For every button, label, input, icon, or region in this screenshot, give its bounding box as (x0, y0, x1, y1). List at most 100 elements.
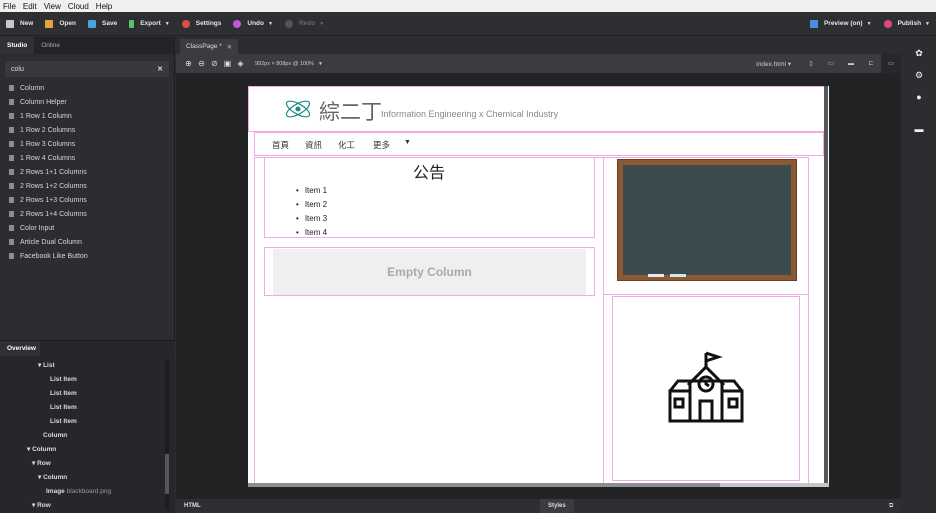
undo-button[interactable]: Undo ▼ (227, 12, 279, 36)
component-item[interactable]: Color Input (0, 221, 174, 235)
school-icon[interactable] (668, 351, 744, 425)
scroll-thumb[interactable] (165, 454, 169, 494)
chevron-down-icon: ▼ (317, 60, 323, 67)
save-icon (88, 19, 96, 28)
menu-cloud[interactable]: Cloud (68, 2, 89, 11)
tab-online[interactable]: Online (34, 37, 67, 54)
list-item[interactable]: Item 1 (296, 184, 327, 198)
gear-icon[interactable]: ⚙ (902, 65, 936, 85)
tab-styles[interactable]: Styles (540, 499, 574, 513)
component-icon (9, 183, 14, 189)
new-button[interactable]: New (0, 12, 39, 36)
component-item[interactable]: 1 Row 4 Columns (0, 151, 174, 165)
component-item[interactable]: Column Helper (0, 95, 174, 109)
page-header[interactable]: 綜二丁 Information Engineering x Chemical I… (248, 86, 825, 132)
tree-node[interactable]: List Item (0, 415, 175, 429)
component-item[interactable]: Article Dual Column (0, 235, 174, 249)
item-list: Item 1 Item 2 Item 3 Item 4 (296, 184, 327, 240)
menu-edit[interactable]: Edit (23, 2, 37, 11)
nav-home[interactable]: 首頁 (272, 139, 289, 151)
canvas-horizontal-scrollbar[interactable] (248, 483, 829, 487)
tree-node[interactable]: List Item (0, 401, 175, 415)
cloud-upload-icon (883, 19, 892, 28)
component-item[interactable]: 2 Rows 1+3 Columns (0, 193, 174, 207)
document-tab[interactable]: ClassPage * ✕ (180, 39, 239, 54)
phone-icon[interactable]: ▯ (801, 54, 821, 73)
image-icon[interactable]: ▣ (223, 59, 232, 68)
menu-view[interactable]: View (44, 2, 61, 11)
tree-node[interactable]: ▾ List (0, 359, 175, 373)
chevron-down-icon: ▼ (866, 20, 872, 27)
zoom-out-icon[interactable]: ⊖ (197, 59, 206, 68)
preview-button[interactable]: Preview (on) ▼ (804, 12, 878, 36)
component-icon (9, 239, 14, 245)
tree-node[interactable]: List Item (0, 373, 175, 387)
blackboard-image[interactable] (617, 159, 797, 281)
layers-icon[interactable]: ◈ (236, 59, 245, 68)
component-item[interactable]: 2 Rows 1+1 Columns (0, 165, 174, 179)
component-item[interactable]: 1 Row 2 Columns (0, 123, 174, 137)
publish-button[interactable]: Publish ▼ (878, 12, 936, 36)
export-icon (129, 19, 135, 28)
component-item[interactable]: 1 Row 3 Columns (0, 137, 174, 151)
component-item[interactable]: 2 Rows 1+2 Columns (0, 179, 174, 193)
overview-scrollbar[interactable] (165, 359, 169, 509)
page-canvas[interactable]: 綜二丁 Information Engineering x Chemical I… (248, 86, 829, 484)
save-button[interactable]: Save (82, 12, 123, 36)
laptop-icon[interactable]: ⊏ (861, 54, 881, 73)
canvas-vertical-scrollbar[interactable] (824, 86, 828, 483)
chevron-down-icon[interactable]: ▼ (404, 139, 411, 146)
desktop-icon[interactable]: ▭ (881, 54, 901, 73)
list-item[interactable]: Item 3 (296, 212, 327, 226)
nav-chem[interactable]: 化工 (338, 139, 355, 151)
chevron-down-icon: ▼ (268, 20, 273, 27)
list-item[interactable]: Item 2 (296, 198, 327, 212)
overview-panel: Overview ▾ List List Item List Item List… (0, 340, 175, 513)
monitor-icon (809, 19, 818, 28)
component-item[interactable]: Column (0, 81, 174, 95)
clear-search-icon[interactable]: ✕ (157, 65, 163, 73)
menu-help[interactable]: Help (96, 2, 112, 11)
overview-title[interactable]: Overview (0, 341, 40, 356)
component-icon (9, 225, 14, 231)
tree-node[interactable]: ▾ Row (0, 457, 175, 471)
file-select[interactable]: index.html ▾ (756, 60, 791, 68)
tab-html[interactable]: HTML (176, 499, 209, 513)
component-item[interactable]: 2 Rows 1+4 Columns (0, 207, 174, 221)
tab-studio[interactable]: Studio (0, 37, 35, 54)
open-button[interactable]: Open (39, 12, 82, 36)
tree-node[interactable]: ▾ Row (0, 499, 175, 513)
close-icon[interactable]: ✕ (227, 43, 232, 51)
tree-node[interactable]: ▾ Column (0, 471, 175, 485)
empty-column[interactable]: Empty Column (273, 249, 586, 295)
expand-icon[interactable]: ⧉ (881, 499, 901, 513)
nav-info[interactable]: 資訊 (305, 139, 322, 151)
atom-logo-icon (285, 100, 311, 118)
component-item[interactable]: Facebook Like Button (0, 249, 174, 263)
tablet-icon[interactable]: ▭ (821, 54, 841, 73)
export-button[interactable]: Export ▼ (123, 12, 176, 36)
component-list: Column Column Helper 1 Row 1 Column 1 Ro… (0, 81, 174, 263)
zoom-in-icon[interactable]: ⊕ (184, 59, 193, 68)
scroll-thumb[interactable] (248, 483, 720, 487)
component-icon[interactable]: ● (902, 87, 936, 107)
tree-node[interactable]: Image blackboard.png (0, 485, 175, 499)
component-icon (9, 113, 14, 119)
redo-button[interactable]: Redo ▼ (279, 12, 330, 36)
component-search-input[interactable]: colu ✕ (5, 61, 169, 77)
tablet-landscape-icon[interactable]: ▬ (841, 54, 861, 73)
canvas-size-readout[interactable]: 992px × 808px @ 100% (255, 61, 314, 67)
tree-node[interactable]: List Item (0, 387, 175, 401)
announcement-title: 公告 (413, 163, 446, 182)
menu-file[interactable]: File (3, 2, 16, 11)
nav-more[interactable]: 更多 (373, 139, 390, 151)
component-item[interactable]: 1 Row 1 Column (0, 109, 174, 123)
folder-icon[interactable]: ▬ (902, 119, 936, 139)
palette-icon[interactable]: ✿ (902, 43, 936, 63)
settings-button[interactable]: Settings (176, 12, 228, 36)
list-item[interactable]: Item 4 (296, 226, 327, 240)
disable-icon[interactable]: ⊘ (210, 59, 219, 68)
tree-node[interactable]: ▾ Column (0, 443, 175, 457)
brand-subtitle: Information Engineering x Chemical Indus… (381, 109, 559, 119)
tree-node[interactable]: Column (0, 429, 175, 443)
